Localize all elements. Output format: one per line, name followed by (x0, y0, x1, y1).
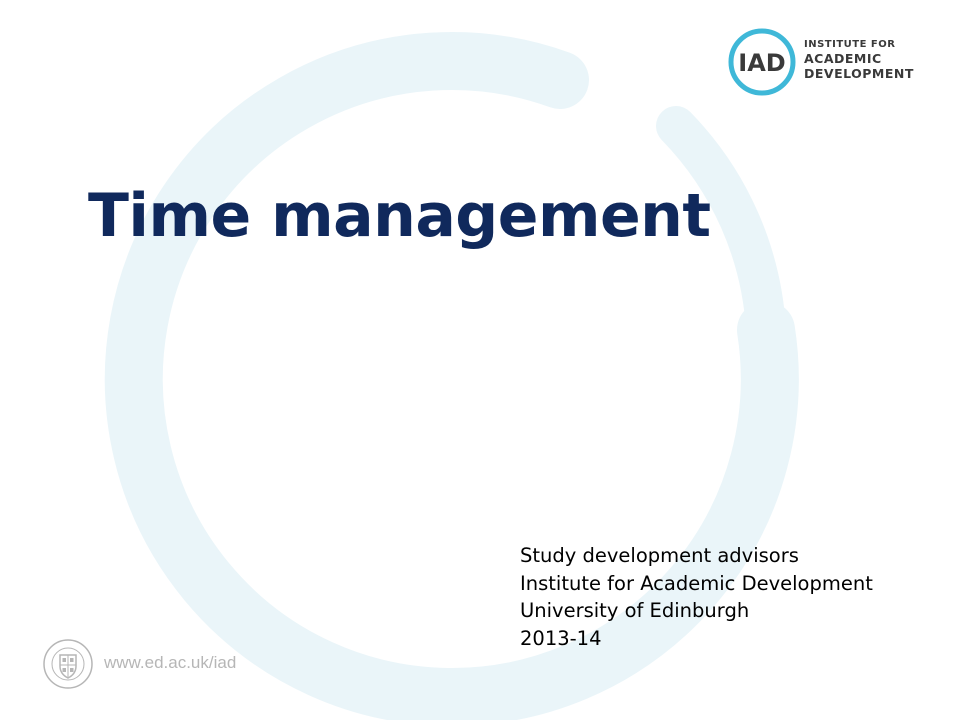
logo-line-academic: ACADEMIC (804, 51, 882, 66)
credit-line-institute: Institute for Academic Development (520, 571, 873, 595)
credit-line-year: 2013-14 (520, 626, 602, 650)
credits-block: Study development advisors Institute for… (520, 542, 873, 652)
logo-line-development: DEVELOPMENT (804, 66, 914, 81)
credit-line-advisors: Study development advisors (520, 544, 799, 567)
slide: IAD INSTITUTE FOR ACADEMIC DEVELOPMENT T… (0, 0, 960, 720)
slide-title: Time management (88, 181, 711, 251)
logo-text-block: INSTITUTE FOR ACADEMIC DEVELOPMENT (804, 38, 914, 81)
footer-url-link[interactable]: www.ed.ac.uk/iad (104, 653, 236, 673)
iad-ring-logo-icon: IAD (728, 28, 796, 96)
university-of-edinburgh-crest-icon (43, 639, 93, 689)
logo-line-institute: INSTITUTE FOR (804, 39, 896, 50)
logo-badge-text: IAD (738, 49, 785, 77)
iad-logo: IAD INSTITUTE FOR ACADEMIC DEVELOPMENT (726, 26, 916, 98)
credit-line-university: University of Edinburgh (520, 599, 750, 622)
